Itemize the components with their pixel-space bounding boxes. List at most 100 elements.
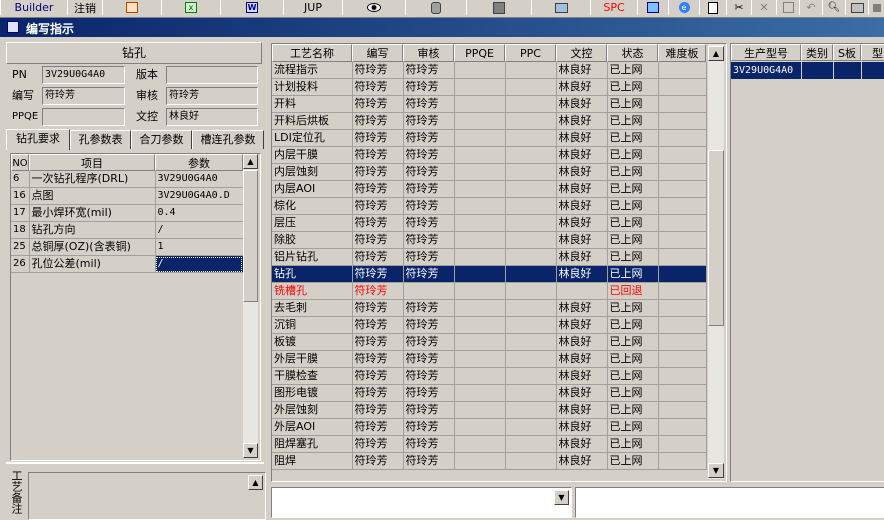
param-scrollbar[interactable]: ▲ ▼ [243,154,258,458]
param-row[interactable]: 6 一次钻孔程序(DRL) 3V29U0G4A0 [11,171,244,188]
process-row[interactable]: 铝片钻孔 符玲芳 符玲芳 林良好 已上网 [272,248,707,266]
param-row[interactable]: 17 最小焊环宽(mil) 0.4 [11,204,244,222]
reviewer-cell: 符玲芳 [403,129,455,147]
process-row[interactable]: 去毛刺 符玲芳 符玲芳 林良好 已上网 [272,299,707,317]
param-row[interactable]: 18 钻孔方向 / [11,221,244,239]
print-icon[interactable] [845,0,869,15]
preview-icon[interactable]: 🔍︎ [822,0,846,15]
jup-button[interactable]: JUP [283,0,343,15]
ppc-cell [505,350,557,368]
builder-button[interactable]: Builder [0,0,68,15]
tab-tool-params[interactable]: 合刀参数 [131,130,192,149]
ppqe-cell [454,452,506,470]
scissors-icon[interactable]: ✂ [726,0,752,15]
process-row[interactable]: 阻焊 符玲芳 符玲芳 林良好 已上网 [272,452,707,470]
process-row[interactable]: 流程指示 符玲芳 符玲芳 林良好 已上网 [272,62,707,79]
col-doc-control[interactable]: 文控 [556,44,607,62]
col-category[interactable]: 类别 [801,44,833,61]
reviewer-cell: 符玲芳 [403,180,455,198]
col-ppqe[interactable]: PPQE [454,44,505,62]
more-icon[interactable] [868,0,884,15]
col-type[interactable]: 型 [861,44,884,61]
window-title: 编写指示 [26,22,75,36]
bottom-input-left[interactable]: ▼ [271,487,572,518]
excel-icon[interactable]: x [161,0,221,15]
process-row[interactable]: 开料后烘板 符玲芳 符玲芳 林良好 已上网 [272,112,707,130]
param-row[interactable]: 26 孔位公差(mil) / [11,255,244,273]
col-author[interactable]: 编写 [352,44,403,62]
doc-control-field[interactable]: 林良好 [166,108,258,126]
process-row[interactable]: 板镀 符玲芳 符玲芳 林良好 已上网 [272,333,707,351]
process-row[interactable]: 内层干膜 符玲芳 符玲芳 林良好 已上网 [272,146,707,164]
save-icon[interactable] [776,0,800,15]
bottom-input-right[interactable] [575,487,884,518]
col-model[interactable]: 生产型号 [731,44,801,61]
bottom-dropdown-icon[interactable]: ▼ [554,490,569,505]
col-item[interactable]: 项目 [29,154,155,171]
col-difficulty[interactable]: 难度板 [658,44,706,62]
process-name-cell: 铝片钻孔 [272,248,353,266]
scroll-up-icon[interactable]: ▲ [243,154,258,169]
spc-button[interactable]: SPC [590,0,638,15]
process-row[interactable]: 外层蚀刻 符玲芳 符玲芳 林良好 已上网 [272,401,707,419]
tab-slot-params[interactable]: 槽连孔参数 [192,130,264,149]
col-no[interactable]: NO [11,154,29,171]
col-s-board[interactable]: S板 [833,44,861,61]
col-param[interactable]: 参数 [155,154,243,171]
process-row[interactable]: 沉铜 符玲芳 符玲芳 林良好 已上网 [272,316,707,334]
eye-icon[interactable] [342,0,406,15]
process-scrollbar[interactable]: ▲ ▼ [708,44,724,479]
model-row[interactable]: 3V29U0G4A0 [731,62,884,79]
process-scroll-down-icon[interactable]: ▼ [708,463,724,478]
notes-field[interactable]: ▲ [28,472,266,520]
param-row[interactable]: 25 总铜厚(OZ)(含表铜) 1 [11,238,244,256]
version-field[interactable] [166,66,258,84]
author-field[interactable]: 符玲芳 [42,87,125,105]
status-cell: 已上网 [607,112,659,130]
scroll-thumb[interactable] [243,170,258,302]
process-row[interactable]: LDI定位孔 符玲芳 符玲芳 林良好 已上网 [272,129,707,147]
pn-field[interactable]: 3V29U0G4A0 [42,66,125,84]
process-row[interactable]: 外层AOI 符玲芳 符玲芳 林良好 已上网 [272,418,707,436]
process-row[interactable]: 外层干膜 符玲芳 符玲芳 林良好 已上网 [272,350,707,368]
difficulty-cell [658,316,707,334]
process-row[interactable]: 计划投料 符玲芳 符玲芳 林良好 已上网 [272,78,707,96]
process-row[interactable]: 棕化 符玲芳 符玲芳 林良好 已上网 [272,197,707,215]
doc-control-cell: 林良好 [556,248,608,266]
window-icon[interactable] [637,0,669,15]
ie-icon[interactable]: e [668,0,700,15]
process-row[interactable]: 阻焊塞孔 符玲芳 符玲芳 林良好 已上网 [272,435,707,453]
process-row[interactable]: 干膜检查 符玲芳 符玲芳 林良好 已上网 [272,367,707,385]
process-row[interactable]: 开料 符玲芳 符玲芳 林良好 已上网 [272,95,707,113]
new-file-icon[interactable] [699,0,727,15]
delete-icon[interactable]: ✕ [751,0,777,15]
word-icon[interactable]: W [220,0,284,15]
computer-icon[interactable] [531,0,591,15]
process-name-cell: 流程指示 [272,62,353,79]
process-row[interactable]: 内层蚀刻 符玲芳 符玲芳 林良好 已上网 [272,163,707,181]
col-reviewer[interactable]: 审核 [403,44,454,62]
process-row[interactable]: 内层AOI 符玲芳 符玲芳 林良好 已上网 [272,180,707,198]
reviewer-field[interactable]: 符玲芳 [166,87,258,105]
col-ppc[interactable]: PPC [505,44,556,62]
scroll-down-icon[interactable]: ▼ [243,443,258,458]
network-icon[interactable] [466,0,532,15]
ppt-icon[interactable] [102,0,162,15]
process-row[interactable]: 钻孔 符玲芳 符玲芳 林良好 已上网 [272,265,707,283]
process-row[interactable]: 图形电镀 符玲芳 符玲芳 林良好 已上网 [272,384,707,402]
ppqe-field[interactable] [42,108,125,126]
tab-drill-requirements[interactable]: 钻孔要求 [6,129,70,150]
logout-button[interactable]: 注销 [67,0,103,15]
process-row[interactable]: 除胶 符玲芳 符玲芳 林良好 已上网 [272,231,707,249]
database-icon[interactable] [405,0,467,15]
tab-hole-params[interactable]: 孔参数表 [70,130,131,149]
process-row[interactable]: 层压 符玲芳 符玲芳 林良好 已上网 [272,214,707,232]
process-scroll-thumb[interactable] [708,150,724,326]
col-process-name[interactable]: 工艺名称 [272,44,352,62]
col-status[interactable]: 状态 [607,44,658,62]
notes-scroll-up-icon[interactable]: ▲ [248,475,263,490]
process-scroll-up-icon[interactable]: ▲ [708,46,724,61]
undo-icon[interactable]: ↶ [799,0,823,15]
process-row[interactable]: 铣槽孔 符玲芳 已回退 [272,282,707,300]
param-row[interactable]: 16 点图 3V29U0G4A0.D [11,187,244,205]
